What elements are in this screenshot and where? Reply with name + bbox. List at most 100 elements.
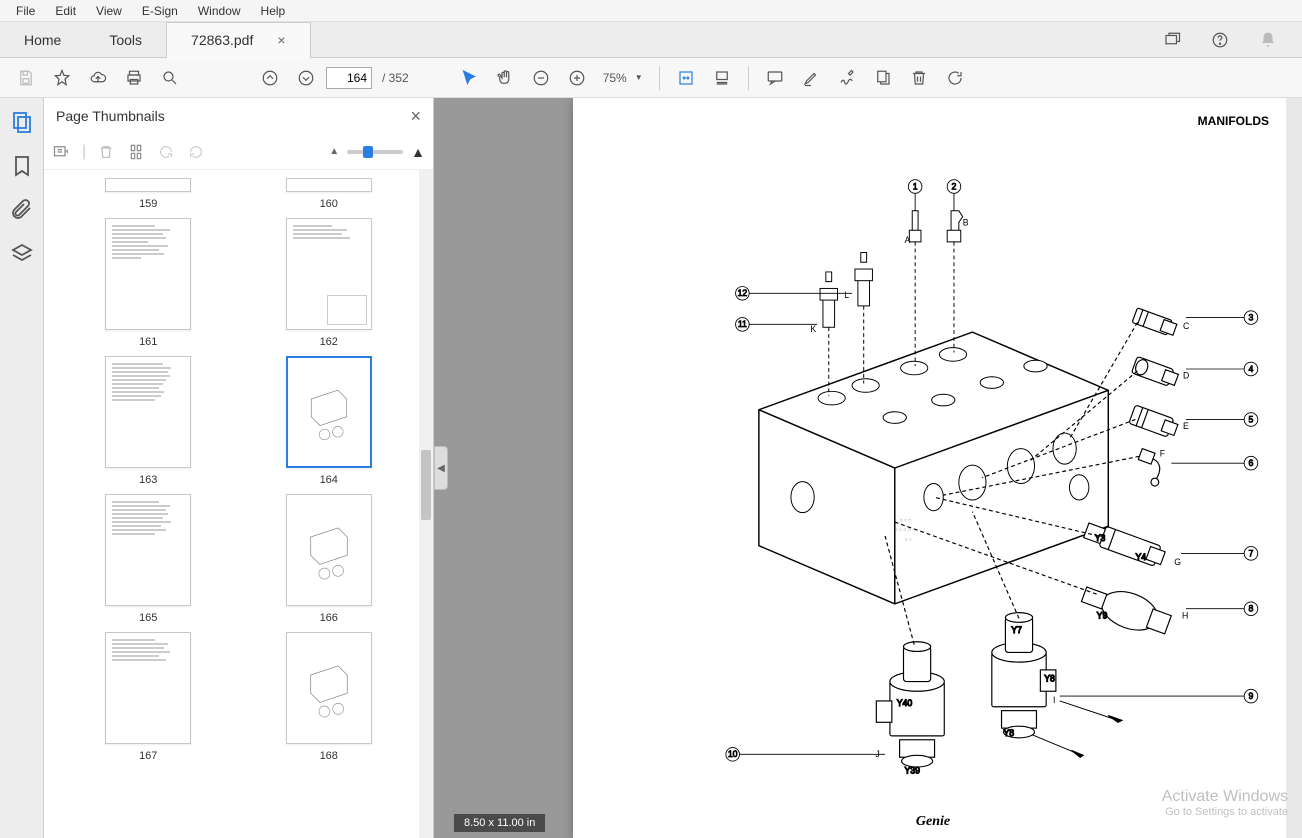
share-icon[interactable]	[1156, 24, 1188, 56]
tab-bar: Home Tools 72863.pdf ×	[0, 22, 1302, 58]
viewer-scrollbar[interactable]	[1286, 98, 1302, 838]
menu-bar: File Edit View E-Sign Window Help	[0, 0, 1302, 22]
save-button[interactable]	[10, 62, 42, 94]
find-button[interactable]	[154, 62, 186, 94]
menu-esign[interactable]: E-Sign	[132, 2, 188, 20]
thumbnail-size-slider[interactable]	[347, 150, 403, 154]
panel-print-button[interactable]	[126, 142, 146, 162]
tab-document[interactable]: 72863.pdf ×	[166, 22, 310, 58]
panel-options-button[interactable]	[52, 142, 72, 162]
svg-text:Y9: Y9	[1097, 610, 1108, 620]
thumbnail-item[interactable]: 161	[105, 218, 191, 348]
help-icon[interactable]	[1204, 24, 1236, 56]
fit-width-button[interactable]	[670, 62, 702, 94]
svg-text:F: F	[1160, 448, 1165, 458]
svg-text:2: 2	[952, 181, 957, 191]
svg-text:6: 6	[1249, 458, 1254, 468]
svg-text:D: D	[1183, 371, 1189, 381]
panel-redo-button[interactable]	[186, 142, 206, 162]
comment-button[interactable]	[759, 62, 791, 94]
tab-document-label: 72863.pdf	[191, 32, 253, 48]
panel-toolbar: | ▲ ▲	[44, 134, 433, 170]
svg-text:11: 11	[738, 319, 747, 329]
rotate-button[interactable]	[939, 62, 971, 94]
menu-window[interactable]: Window	[188, 2, 251, 20]
svg-text:Y8: Y8	[1003, 728, 1014, 738]
thumbnail-item[interactable]: 168	[286, 632, 372, 762]
page-up-button[interactable]	[254, 62, 286, 94]
page-number-input[interactable]	[326, 67, 372, 89]
left-rail	[0, 98, 44, 838]
tab-home[interactable]: Home	[0, 22, 85, 58]
svg-text:B: B	[963, 217, 969, 227]
menu-file[interactable]: File	[6, 2, 45, 20]
thumbnails-rail-button[interactable]	[10, 110, 34, 134]
thumbnail-grid[interactable]: 159 160 161 162	[44, 170, 433, 838]
svg-text:4: 4	[1249, 364, 1254, 374]
thumbnail-item[interactable]: 165	[105, 494, 191, 624]
content-area: Page Thumbnails × | ▲ ▲ 159	[0, 98, 1302, 838]
svg-text:7: 7	[1249, 548, 1254, 558]
zoom-in-button[interactable]	[561, 62, 593, 94]
tab-tools[interactable]: Tools	[85, 22, 166, 58]
svg-text:Y4: Y4	[1135, 552, 1146, 562]
stamp-button[interactable]	[867, 62, 899, 94]
panel-delete-button[interactable]	[96, 142, 116, 162]
zoom-large-icon: ▲	[411, 144, 425, 160]
selection-tool-button[interactable]	[453, 62, 485, 94]
svg-text:Y8: Y8	[1044, 674, 1055, 684]
panel-header: Page Thumbnails ×	[44, 98, 433, 134]
menu-help[interactable]: Help	[251, 2, 296, 20]
svg-text:○ ○: ○ ○	[904, 538, 911, 543]
highlight-button[interactable]	[795, 62, 827, 94]
svg-text:C: C	[1183, 321, 1189, 331]
svg-text:9: 9	[1249, 691, 1254, 701]
thumbnail-item[interactable]: 167	[105, 632, 191, 762]
svg-text:1: 1	[913, 181, 918, 191]
page-total-label: / 352	[382, 71, 409, 85]
thumbnail-item[interactable]: 163	[105, 356, 191, 486]
svg-text:○ ○ ○ ○: ○ ○ ○ ○	[895, 528, 911, 533]
fit-page-button[interactable]	[706, 62, 738, 94]
thumbnail-panel: Page Thumbnails × | ▲ ▲ 159	[44, 98, 434, 838]
svg-text:A: A	[904, 235, 910, 245]
bookmark-rail-button[interactable]	[10, 154, 34, 178]
svg-text:I: I	[1053, 695, 1055, 705]
sign-button[interactable]	[831, 62, 863, 94]
star-button[interactable]	[46, 62, 78, 94]
zoom-out-button[interactable]	[525, 62, 557, 94]
panel-undo-button[interactable]	[156, 142, 176, 162]
panel-close-button[interactable]: ×	[410, 106, 421, 127]
page-footer-logo: Genie	[916, 814, 950, 830]
collapse-panel-button[interactable]: ◀	[434, 446, 448, 490]
thumbnail-item[interactable]: 162	[286, 218, 372, 348]
svg-text:10: 10	[728, 749, 738, 759]
zoom-select[interactable]: 75%▼	[597, 71, 649, 85]
menu-edit[interactable]: Edit	[45, 2, 86, 20]
svg-text:K: K	[810, 324, 816, 334]
page-down-button[interactable]	[290, 62, 322, 94]
page-viewer[interactable]: ◀ MANIFOLDS	[434, 98, 1302, 838]
delete-button[interactable]	[903, 62, 935, 94]
svg-text:3: 3	[1249, 312, 1254, 322]
svg-text:H: H	[1182, 610, 1188, 620]
thumbnail-scrollbar[interactable]	[419, 170, 433, 838]
toolbar: / 352 75%▼	[0, 58, 1302, 98]
svg-text:Y7: Y7	[1011, 625, 1022, 635]
layers-rail-button[interactable]	[10, 242, 34, 266]
cloud-button[interactable]	[82, 62, 114, 94]
tab-close-button[interactable]: ×	[277, 32, 285, 48]
svg-text:5: 5	[1249, 414, 1254, 424]
hand-tool-button[interactable]	[489, 62, 521, 94]
attachment-rail-button[interactable]	[10, 198, 34, 222]
pdf-page: MANIFOLDS	[573, 98, 1293, 838]
thumbnail-item[interactable]: 159	[105, 178, 191, 210]
panel-title: Page Thumbnails	[56, 108, 165, 124]
thumbnail-item[interactable]: 166	[286, 494, 372, 624]
thumbnail-item[interactable]: 164	[286, 356, 372, 486]
print-button[interactable]	[118, 62, 150, 94]
svg-text:Y39: Y39	[904, 766, 920, 776]
thumbnail-item[interactable]: 160	[286, 178, 372, 210]
menu-view[interactable]: View	[86, 2, 132, 20]
bell-icon[interactable]	[1252, 24, 1284, 56]
